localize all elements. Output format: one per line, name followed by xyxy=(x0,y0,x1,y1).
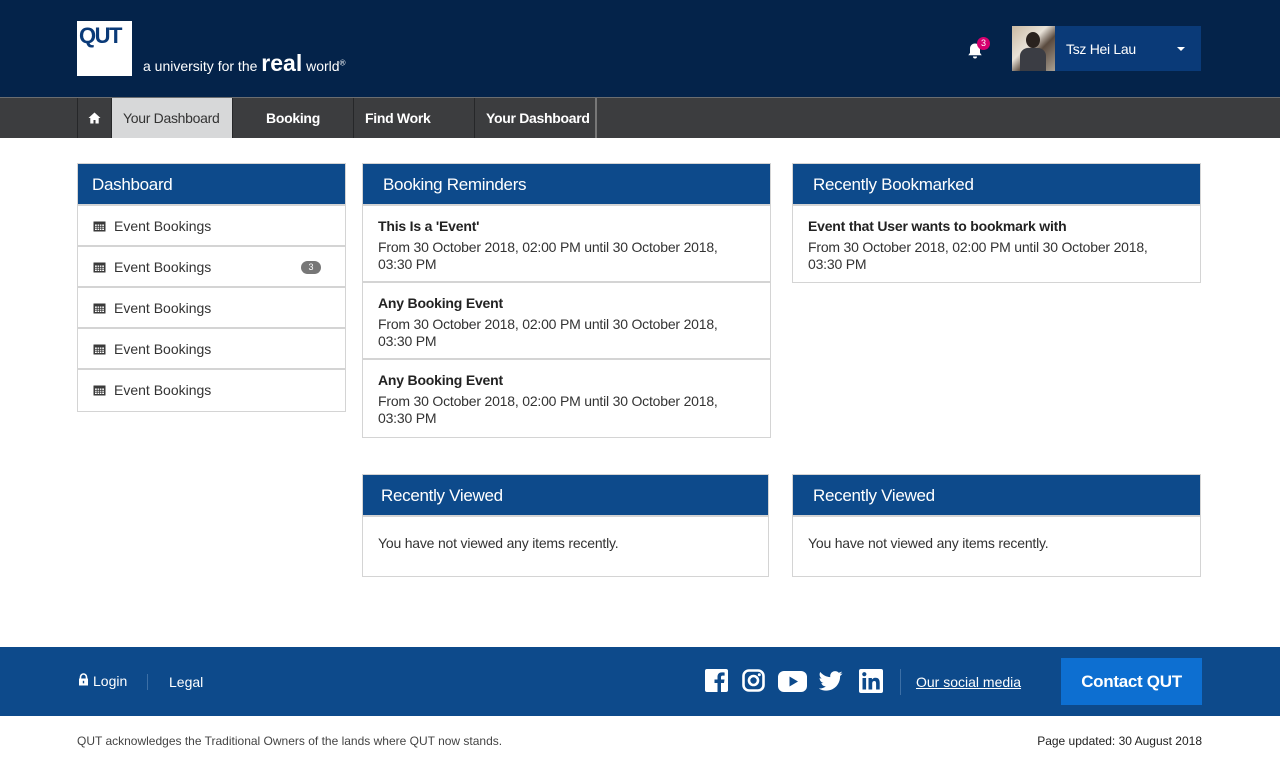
sidebar-item-label: Event Bookings xyxy=(114,259,212,275)
bookmark-title: Event that User wants to bookmark with xyxy=(808,218,1067,234)
recently-bookmarked-title: Recently Bookmarked xyxy=(793,164,1200,206)
home-icon xyxy=(88,112,101,124)
sidebar-item-event-bookings[interactable]: Event Bookings xyxy=(78,288,345,329)
chevron-down-icon xyxy=(1177,47,1185,51)
booking-reminders-title: Booking Reminders xyxy=(363,164,770,206)
login-link[interactable]: Login xyxy=(78,673,127,689)
empty-message: You have not viewed any items recently. xyxy=(808,535,1049,551)
reminder-title: Any Booking Event xyxy=(378,372,503,388)
nav-find-work[interactable]: Find Work xyxy=(354,98,475,138)
sidebar-item-event-bookings[interactable]: Event Bookings xyxy=(78,206,345,247)
user-name: Tsz Hei Lau xyxy=(1066,41,1136,57)
tagline-world: world xyxy=(306,58,340,74)
recently-viewed-panel: Recently Viewed You have not viewed any … xyxy=(362,474,769,577)
divider xyxy=(900,669,901,695)
booking-reminders-panel: Booking Reminders This Is a 'Event' From… xyxy=(362,163,771,438)
sidebar-item-event-bookings[interactable]: Event Bookings 3 xyxy=(78,247,345,288)
site-header: QUT a university for the real world® 3 T… xyxy=(0,0,1280,97)
list-item[interactable]: Any Booking Event From 30 October 2018, … xyxy=(363,283,770,360)
youtube-icon[interactable] xyxy=(778,671,807,692)
login-label: Login xyxy=(93,673,128,689)
reminder-title: Any Booking Event xyxy=(378,295,503,311)
calendar-icon xyxy=(93,221,106,232)
empty-message: You have not viewed any items recently. xyxy=(378,535,619,551)
recently-viewed-title: Recently Viewed xyxy=(363,475,768,517)
tagline-big: real xyxy=(261,50,303,76)
tagline-small: a university for the xyxy=(143,58,258,74)
tagline: a university for the real world® xyxy=(143,50,345,77)
qut-logo[interactable]: QUT xyxy=(77,21,132,76)
list-item[interactable]: Any Booking Event From 30 October 2018, … xyxy=(363,360,770,437)
divider xyxy=(147,674,148,690)
bookmark-time: From 30 October 2018, 02:00 PM until 30 … xyxy=(808,239,1148,272)
logo-text: QUT xyxy=(79,23,122,48)
reminder-time: From 30 October 2018, 02:00 PM until 30 … xyxy=(378,393,718,426)
user-menu[interactable]: Tsz Hei Lau xyxy=(1012,26,1201,71)
notification-badge: 3 xyxy=(977,37,990,50)
tagline-reg: ® xyxy=(339,58,346,68)
sidebar-item-label: Event Bookings xyxy=(114,341,212,357)
sidebar-item-label: Event Bookings xyxy=(114,382,212,398)
sidebar-item-label: Event Bookings xyxy=(114,218,212,234)
page-updated-text: Page updated: 30 August 2018 xyxy=(1037,734,1202,748)
facebook-icon[interactable] xyxy=(705,669,728,692)
nav-booking[interactable]: Booking xyxy=(233,98,354,138)
instagram-icon[interactable] xyxy=(742,669,765,692)
lock-icon xyxy=(79,673,88,686)
list-item[interactable]: Event that User wants to bookmark with F… xyxy=(793,206,1200,283)
recently-bookmarked-panel: Recently Bookmarked Event that User want… xyxy=(792,163,1201,283)
calendar-icon xyxy=(93,344,106,355)
main-nav: Your Dashboard Booking Find Work Your Da… xyxy=(0,97,1280,138)
contact-qut-button[interactable]: Contact QUT xyxy=(1061,658,1202,705)
calendar-icon xyxy=(93,303,106,314)
acknowledgement-text: QUT acknowledges the Traditional Owners … xyxy=(77,734,503,748)
legal-link[interactable]: Legal xyxy=(169,674,203,690)
twitter-icon[interactable] xyxy=(819,671,843,691)
social-media-link[interactable]: Our social media xyxy=(916,674,1021,690)
recently-viewed-panel-2: Recently Viewed You have not viewed any … xyxy=(792,474,1201,577)
reminder-time: From 30 October 2018, 02:00 PM until 30 … xyxy=(378,316,718,349)
reminder-time: From 30 October 2018, 02:00 PM until 30 … xyxy=(378,239,718,272)
nav-home[interactable] xyxy=(77,98,112,138)
sidebar-item-event-bookings[interactable]: Event Bookings xyxy=(78,329,345,370)
site-footer: Login Legal Our social media Contact QUT xyxy=(0,647,1280,716)
sidebar-item-label: Event Bookings xyxy=(114,300,212,316)
recently-viewed-title: Recently Viewed xyxy=(793,475,1200,517)
reminder-title: This Is a 'Event' xyxy=(378,218,480,234)
count-badge: 3 xyxy=(301,261,321,274)
calendar-icon xyxy=(93,385,106,396)
dashboard-title: Dashboard xyxy=(78,164,345,206)
nav-your-dashboard-2[interactable]: Your Dashboard xyxy=(475,98,597,138)
dashboard-panel: Dashboard Event Bookings Event Bookings … xyxy=(77,163,346,412)
sidebar-item-event-bookings[interactable]: Event Bookings xyxy=(78,370,345,411)
calendar-icon xyxy=(93,262,106,273)
avatar xyxy=(1012,26,1055,71)
list-item[interactable]: This Is a 'Event' From 30 October 2018, … xyxy=(363,206,770,283)
nav-your-dashboard[interactable]: Your Dashboard xyxy=(112,98,233,138)
linkedin-icon[interactable] xyxy=(859,669,883,693)
